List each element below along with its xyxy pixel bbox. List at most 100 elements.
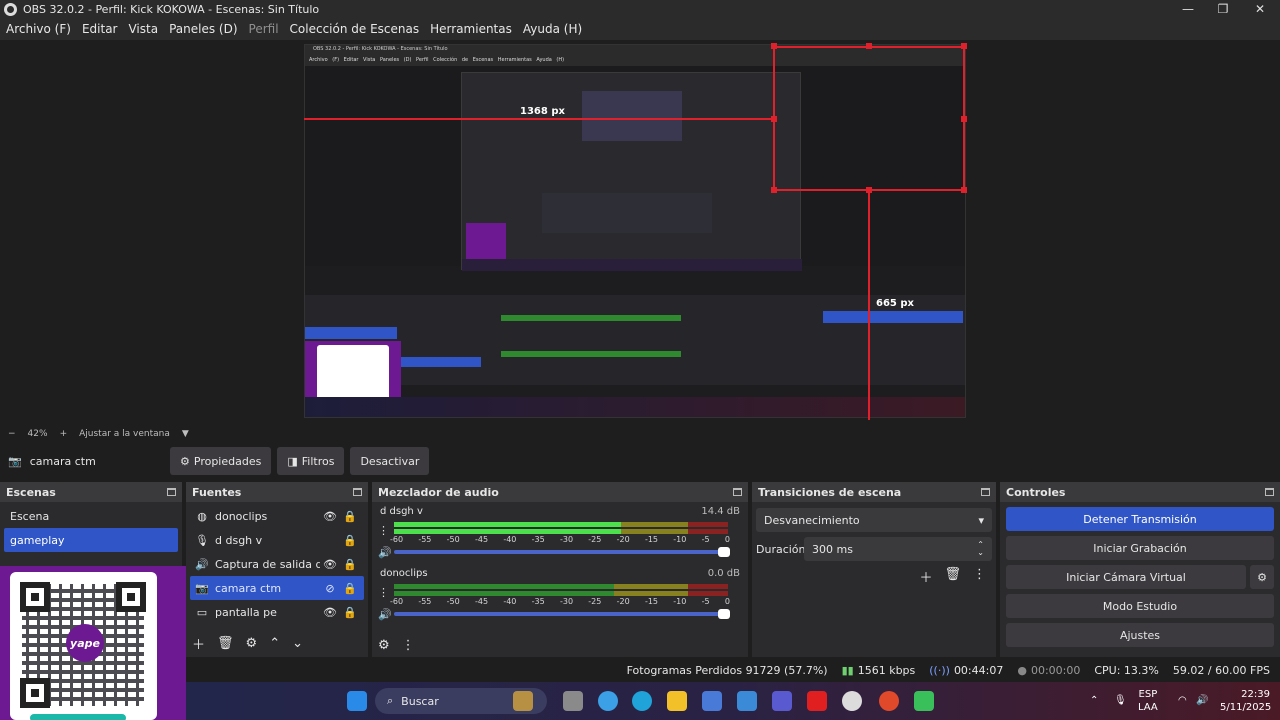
source-item-screen[interactable]: ▭ pantalla pe 👁 🔒	[190, 600, 364, 624]
mixer-footer: ⚙ ⋮	[378, 638, 415, 653]
db-tick: -40	[503, 597, 517, 606]
copilot-icon[interactable]	[598, 691, 618, 711]
undock-icon[interactable]	[167, 488, 176, 496]
edge-icon[interactable]	[632, 691, 652, 711]
resize-handle[interactable]	[866, 43, 872, 49]
undock-icon[interactable]	[981, 488, 990, 496]
gear-icon[interactable]: ⚙	[246, 636, 258, 651]
deactivate-button[interactable]: Desactivar	[350, 447, 430, 475]
file-explorer-icon[interactable]	[667, 691, 687, 711]
menu-coleccion-escenas[interactable]: Colección de Escenas	[290, 22, 420, 36]
minimize-button[interactable]: —	[1170, 0, 1206, 18]
properties-button[interactable]: ⚙ Propiedades	[170, 447, 272, 475]
db-scale: -60 -55 -50 -45 -40 -35 -30 -25 -20 -15 -10 -5 0	[390, 535, 730, 544]
undock-icon[interactable]	[733, 488, 742, 496]
resize-handle[interactable]	[771, 187, 777, 193]
add-icon[interactable]: ＋	[192, 634, 205, 653]
volume-icon[interactable]: 🔊	[1196, 694, 1208, 707]
visibility-eye-icon[interactable]: 👁	[320, 510, 340, 523]
volume-slider[interactable]	[394, 547, 730, 557]
db-tick: -50	[446, 597, 460, 606]
move-up-icon[interactable]: ⌃	[269, 636, 280, 651]
settings-button[interactable]: Ajustes	[1006, 623, 1274, 647]
obs-taskbar-icon[interactable]	[842, 691, 862, 711]
source-label: Captura de salida de a	[215, 557, 320, 571]
trash-icon[interactable]: 🗑	[217, 636, 234, 651]
speaker-icon[interactable]: 🔊	[378, 608, 392, 621]
search-label: Buscar	[401, 694, 439, 708]
lock-icon[interactable]: 🔒	[340, 558, 360, 571]
start-recording-button[interactable]: Iniciar Grabación	[1006, 536, 1274, 560]
microphone-icon[interactable]: 🎙	[1114, 694, 1127, 707]
start-icon[interactable]	[347, 691, 367, 711]
store-icon[interactable]	[702, 691, 722, 711]
clock[interactable]: 22:39 5/11/2025	[1220, 688, 1271, 714]
menu-paneles[interactable]: Paneles (D)	[169, 22, 237, 36]
menu-herramientas[interactable]: Herramientas	[430, 22, 512, 36]
resize-handle[interactable]	[771, 116, 777, 122]
wifi-icon[interactable]: ◠	[1178, 694, 1187, 707]
transition-select[interactable]: Desvanecimiento ▾	[756, 508, 992, 532]
menu-vista[interactable]: Vista	[128, 22, 158, 36]
selection-guide-line	[868, 190, 870, 420]
studio-mode-button[interactable]: Modo Estudio	[1006, 594, 1274, 618]
maximize-button[interactable]: ❐	[1205, 0, 1241, 18]
close-button[interactable]: ✕	[1242, 0, 1278, 18]
controls-title: Controles	[1006, 485, 1066, 499]
resize-handle[interactable]	[961, 43, 967, 49]
zoom-out-button[interactable]: −	[8, 429, 16, 439]
spinner-icon[interactable]: ⌃ ⌄	[977, 541, 984, 557]
menu-editar[interactable]: Editar	[82, 22, 118, 36]
lock-icon[interactable]: 🔒	[340, 534, 360, 547]
lock-icon[interactable]: 🔒	[340, 582, 360, 595]
scene-item-selected[interactable]: gameplay	[4, 528, 178, 552]
trash-icon[interactable]: 🗑	[944, 567, 961, 586]
resize-handle[interactable]	[961, 187, 967, 193]
filters-button[interactable]: ◨ Filtros	[277, 447, 345, 475]
source-item-audio-capture[interactable]: 🔊 Captura de salida de a 👁 🔒	[190, 552, 364, 576]
source-item-camera[interactable]: 📷 camara ctm ⊘ 🔒	[190, 576, 364, 600]
source-item-donoclips[interactable]: ◍ donoclips 👁 🔒	[190, 504, 364, 528]
tray-chevron-icon[interactable]: ⌃	[1090, 694, 1098, 707]
menu-perfil[interactable]: Perfil	[249, 22, 279, 36]
fit-to-window-label[interactable]: Ajustar a la ventana	[79, 429, 170, 439]
move-down-icon[interactable]: ⌄	[292, 636, 303, 651]
channel-menu-icon[interactable]: ⋮	[378, 524, 389, 537]
task-view-icon[interactable]	[563, 691, 583, 711]
youtube-icon[interactable]	[807, 691, 827, 711]
menu-dots-icon[interactable]: ⋮	[973, 567, 986, 586]
zoom-in-button[interactable]: +	[60, 429, 68, 439]
duration-input[interactable]: 300 ms ⌃ ⌄	[804, 537, 992, 561]
advanced-audio-icon[interactable]: ⚙	[378, 638, 390, 653]
widget-icon[interactable]	[513, 691, 533, 711]
start-virtual-camera-button[interactable]: Iniciar Cámara Virtual	[1006, 565, 1246, 589]
channel-menu-icon[interactable]: ⋮	[378, 586, 389, 599]
teams-icon[interactable]	[772, 691, 792, 711]
lock-icon[interactable]: 🔒	[340, 606, 360, 619]
visibility-eye-icon[interactable]: 👁	[320, 606, 340, 619]
mail-icon[interactable]	[737, 691, 757, 711]
visibility-eye-icon[interactable]: 👁	[320, 558, 340, 571]
undock-icon[interactable]	[1265, 488, 1274, 496]
scene-item[interactable]: Escena	[4, 504, 178, 528]
speaker-icon[interactable]: 🔊	[378, 546, 392, 559]
chrome-icon[interactable]	[879, 691, 899, 711]
stop-streaming-button[interactable]: Detener Transmisión	[1006, 507, 1274, 531]
volume-slider[interactable]	[394, 609, 730, 619]
db-tick: -30	[559, 535, 574, 544]
source-item-mic[interactable]: 🎙 d dsgh v 🔒	[190, 528, 364, 552]
undock-icon[interactable]	[353, 488, 362, 496]
language-indicator[interactable]: ESP LAA	[1138, 688, 1158, 714]
add-icon[interactable]: ＋	[919, 567, 932, 586]
menu-archivo[interactable]: Archivo (F)	[6, 22, 71, 36]
app-icon[interactable]	[914, 691, 934, 711]
resize-handle[interactable]	[771, 43, 777, 49]
resize-handle[interactable]	[866, 187, 872, 193]
zoom-dropdown-icon[interactable]: ▼	[182, 429, 189, 439]
lock-icon[interactable]: 🔒	[340, 510, 360, 523]
resize-handle[interactable]	[961, 116, 967, 122]
menu-dots-icon[interactable]: ⋮	[402, 638, 415, 653]
menu-ayuda[interactable]: Ayuda (H)	[523, 22, 582, 36]
hidden-eye-icon[interactable]: ⊘	[320, 582, 340, 595]
virtual-camera-settings-icon[interactable]: ⚙	[1250, 565, 1274, 589]
